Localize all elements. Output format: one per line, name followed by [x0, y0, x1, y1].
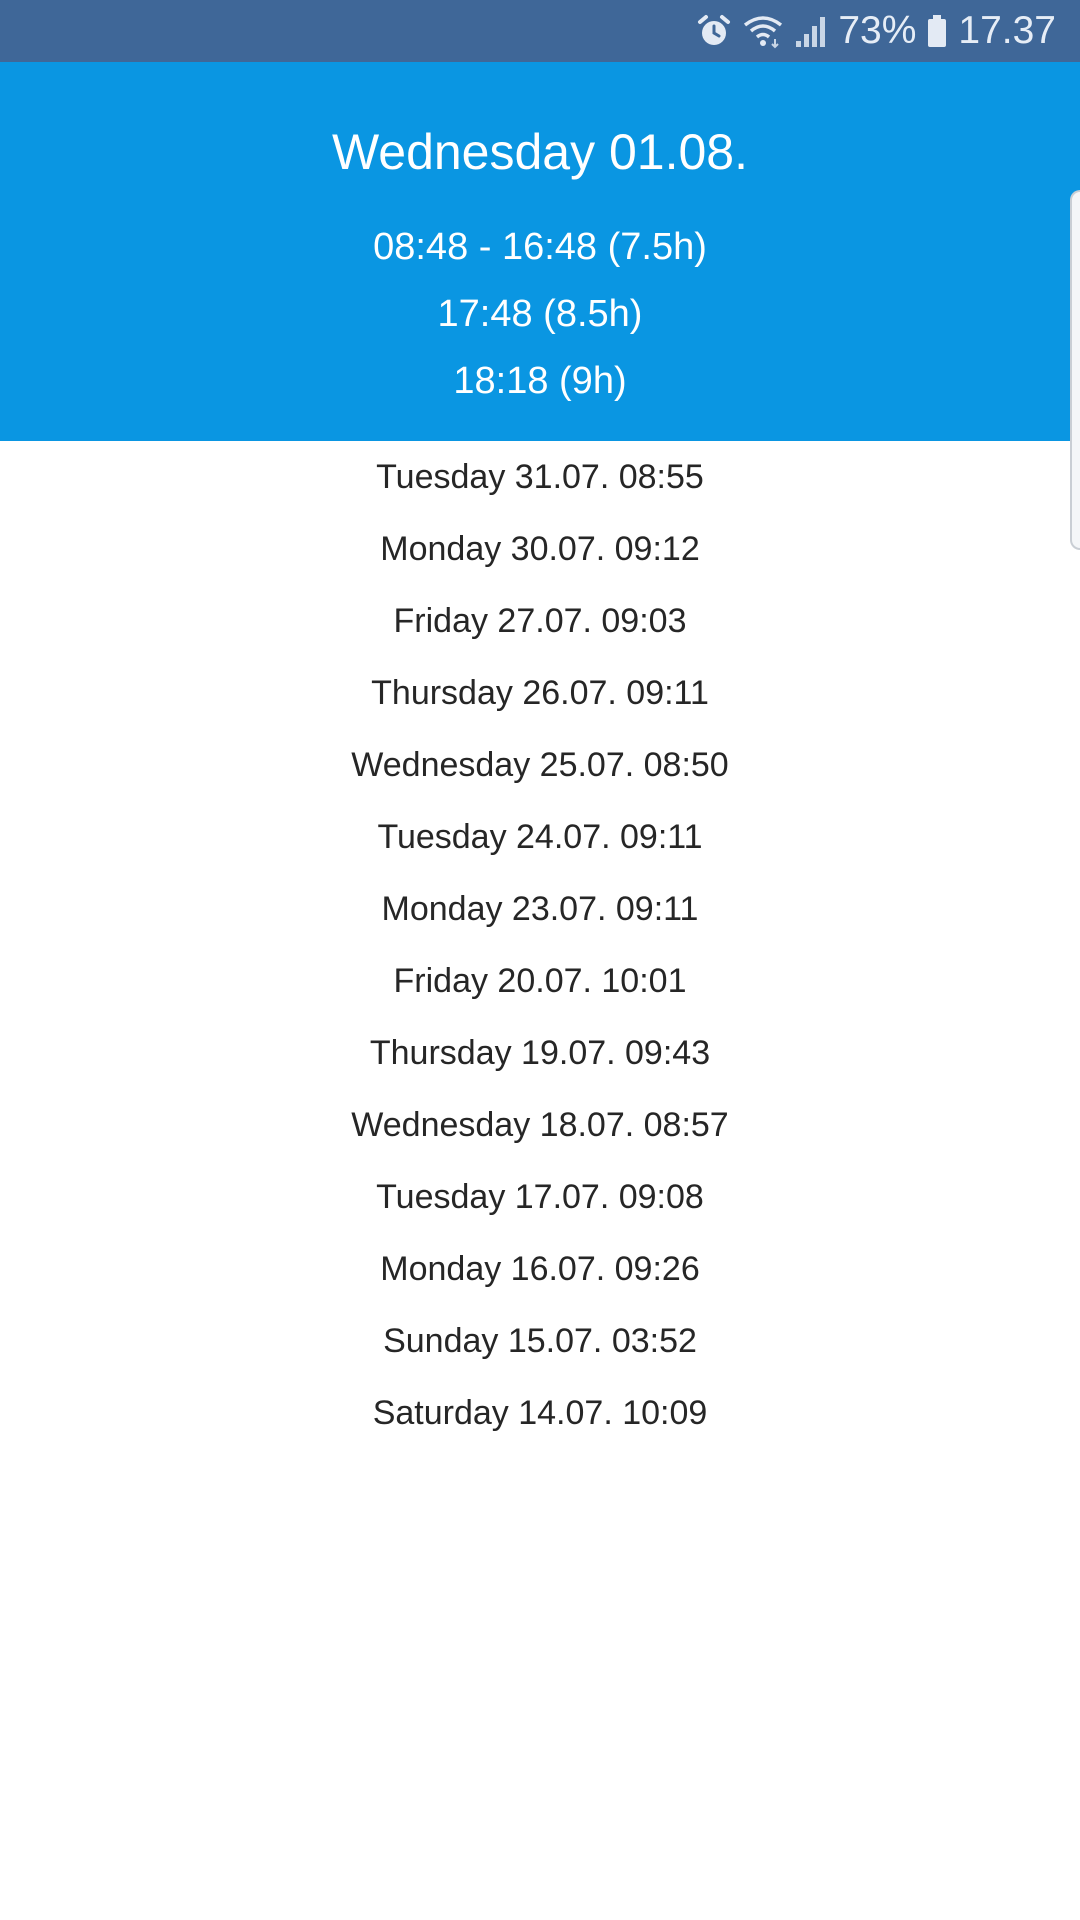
status-bar: 73% 17.37: [0, 0, 1080, 62]
battery-icon: [928, 15, 947, 47]
list-item[interactable]: Friday 27.07. 09:03: [0, 599, 1080, 643]
list-item[interactable]: Thursday 19.07. 09:43: [0, 1031, 1080, 1075]
list-item[interactable]: Monday 23.07. 09:11: [0, 887, 1080, 931]
alarm-icon: [698, 15, 731, 45]
today-title: Wednesday 01.08.: [331, 124, 749, 180]
list-item[interactable]: Saturday 14.07. 10:09: [0, 1391, 1080, 1435]
list-item[interactable]: Tuesday 31.07. 08:55: [0, 455, 1080, 499]
list-item[interactable]: Monday 16.07. 09:26: [0, 1247, 1080, 1291]
list-item[interactable]: Friday 20.07. 10:01: [0, 959, 1080, 1003]
today-summary-header: Wednesday 01.08. 08:48 - 16:48 (7.5h) 17…: [0, 62, 1080, 441]
worked-range: 08:48 - 16:48 (7.5h): [373, 226, 707, 268]
list-item[interactable]: Thursday 26.07. 09:11: [0, 671, 1080, 715]
clock-time: 17.37: [958, 9, 1056, 52]
list-item[interactable]: Wednesday 18.07. 08:57: [0, 1103, 1080, 1147]
signal-icon: [796, 17, 826, 47]
list-item[interactable]: Sunday 15.07. 03:52: [0, 1319, 1080, 1363]
target-9h: 18:18 (9h): [453, 360, 627, 402]
status-icons: 73% 17.37: [696, 0, 1056, 62]
wifi-icon: [744, 16, 783, 49]
list-item[interactable]: Tuesday 24.07. 09:11: [0, 815, 1080, 859]
list-item[interactable]: Tuesday 17.07. 09:08: [0, 1175, 1080, 1219]
battery-percent: 73%: [838, 9, 917, 52]
list-item[interactable]: Wednesday 25.07. 08:50: [0, 743, 1080, 787]
target-8-5h: 17:48 (8.5h): [437, 293, 643, 335]
list-item[interactable]: Monday 30.07. 09:12: [0, 527, 1080, 571]
